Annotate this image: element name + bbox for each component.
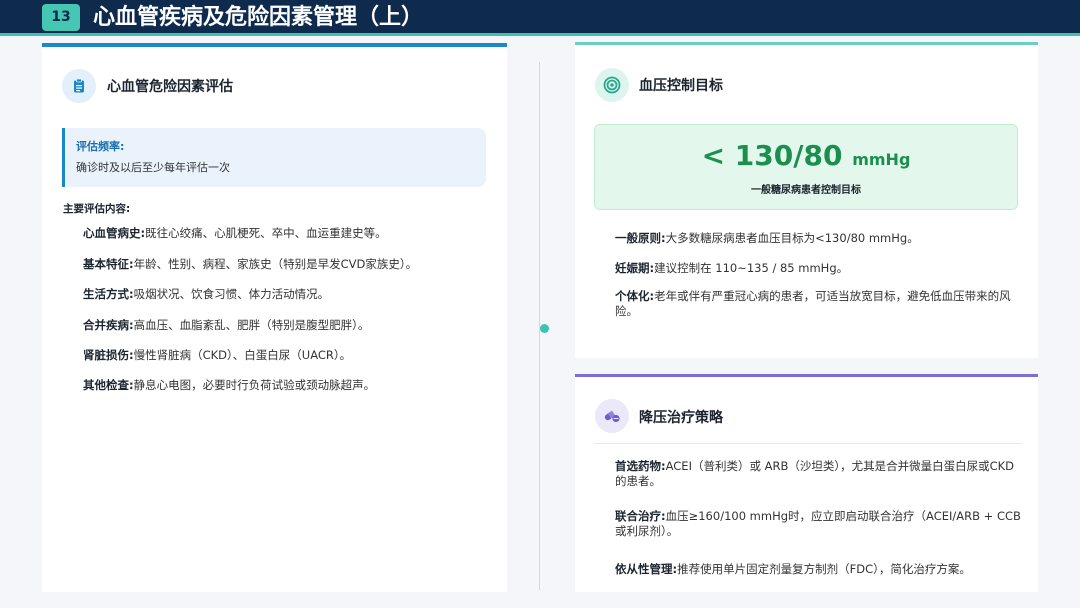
bp-target-value: < 130/80 mmHg <box>595 139 1017 172</box>
assessment-item-label: 肾脏损伤: <box>83 348 134 362</box>
bp-paragraph-label: 一般原则: <box>615 231 666 245</box>
page-title: 心血管疾病及危险因素管理（上） <box>93 5 424 30</box>
treatment-strategy-title: 降压治疗策略 <box>639 410 723 426</box>
treatment-paragraph-text: 血压≥160/100 mmHg时，应立即启动联合治疗（ACEI/ARB + CC… <box>615 509 1021 538</box>
treatment-paragraph-label: 联合治疗: <box>615 509 666 523</box>
assessment-item-text: 慢性肾脏病（CKD）、白蛋白尿（UACR）。 <box>133 348 352 362</box>
bp-paragraph-text: 老年或伴有严重冠心病的患者，可适当放宽目标，避免低血压带来的风险。 <box>615 289 1011 318</box>
bp-paragraph: 妊娠期:建议控制在 110~135 / 85 mmHg。 <box>615 261 1025 276</box>
frequency-text: 确诊时及以后至少每年评估一次 <box>76 161 230 174</box>
assessment-item: 肾脏损伤:慢性肾脏病（CKD）、白蛋白尿（UACR）。 <box>83 347 351 363</box>
bp-paragraph-label: 个体化: <box>615 289 655 303</box>
treatment-paragraph-label: 首选药物: <box>615 459 666 473</box>
risk-assessment-title: 心血管危险因素评估 <box>107 79 233 95</box>
treatment-strategy-card: 降压治疗策略 首选药物:ACEI（普利类）或 ARB（沙坦类），尤其是合并微量白… <box>575 374 1038 592</box>
treatment-paragraph-text: 推荐使用单片固定剂量复方制剂（FDC），简化治疗方案。 <box>677 562 971 576</box>
assessment-item-label: 其他检查: <box>83 378 134 392</box>
assessment-item: 其他检查:静息心电图，必要时行负荷试验或颈动脉超声。 <box>83 377 375 393</box>
treatment-paragraph: 联合治疗:血压≥160/100 mmHg时，应立即启动联合治疗（ACEI/ARB… <box>615 509 1025 539</box>
assessment-item: 心血管病史:既往心绞痛、心肌梗死、卒中、血运重建史等。 <box>83 225 387 241</box>
bp-paragraph-label: 妊娠期: <box>615 261 655 275</box>
bp-paragraph: 一般原则:大多数糖尿病患者血压目标为<130/80 mmHg。 <box>615 231 1025 246</box>
pills-icon <box>595 399 629 433</box>
bp-target-unit: mmHg <box>852 150 911 169</box>
clipboard-icon <box>62 69 96 103</box>
treatment-separator <box>594 443 1022 444</box>
frequency-label: 评估频率: <box>76 140 125 153</box>
assessment-item-label: 心血管病史: <box>83 226 146 240</box>
bp-paragraph: 个体化:老年或伴有严重冠心病的患者，可适当放宽目标，避免低血压带来的风险。 <box>615 289 1025 319</box>
assessment-item-text: 既往心绞痛、心肌梗死、卒中、血运重建史等。 <box>145 226 387 240</box>
target-icon <box>595 68 629 102</box>
assessment-item-text: 静息心电图，必要时行负荷试验或颈动脉超声。 <box>133 378 376 392</box>
assessment-section-label: 主要评估内容: <box>63 203 131 215</box>
bp-target-card: 血压控制目标 < 130/80 mmHg 一般糖尿病患者控制目标 一般原则:大多… <box>575 42 1038 358</box>
assessment-item: 合并疾病:高血压、血脂紊乱、肥胖（特别是腹型肥胖）。 <box>83 317 369 333</box>
bp-target-number: < 130/80 <box>701 139 843 172</box>
page-number-badge: 13 <box>42 4 80 31</box>
bp-paragraph-text: 建议控制在 110~135 / 85 mmHg。 <box>654 261 849 275</box>
risk-assessment-card: 心血管危险因素评估 评估频率: 确诊时及以后至少每年评估一次 主要评估内容: 心… <box>42 43 507 592</box>
assessment-item-label: 生活方式: <box>83 287 134 301</box>
assessment-item-text: 年龄、性别、病程、家族史（特别是早发CVD家族史）。 <box>133 257 418 271</box>
assessment-item: 基本特征:年龄、性别、病程、家族史（特别是早发CVD家族史）。 <box>83 256 417 272</box>
bp-target-box: < 130/80 mmHg 一般糖尿病患者控制目标 <box>594 124 1018 210</box>
bp-paragraph-text: 大多数糖尿病患者血压目标为<130/80 mmHg。 <box>665 231 919 245</box>
frequency-box: 评估频率: 确诊时及以后至少每年评估一次 <box>62 128 486 187</box>
assessment-item-text: 吸烟状况、饮食习惯、体力活动情况。 <box>133 287 330 301</box>
treatment-paragraph-label: 依从性管理: <box>615 562 678 576</box>
treatment-paragraph: 依从性管理:推荐使用单片固定剂量复方制剂（FDC），简化治疗方案。 <box>615 562 1025 577</box>
bp-target-title: 血压控制目标 <box>639 78 723 94</box>
treatment-paragraph-text: ACEI（普利类）或 ARB（沙坦类），尤其是合并微量白蛋白尿或CKD的患者。 <box>615 459 1015 488</box>
bp-target-caption: 一般糖尿病患者控制目标 <box>751 185 861 196</box>
divider-dot <box>540 324 549 333</box>
treatment-paragraph: 首选药物:ACEI（普利类）或 ARB（沙坦类），尤其是合并微量白蛋白尿或CKD… <box>615 459 1025 489</box>
assessment-item: 生活方式:吸烟状况、饮食习惯、体力活动情况。 <box>83 286 329 302</box>
assessment-item-text: 高血压、血脂紊乱、肥胖（特别是腹型肥胖）。 <box>133 318 370 332</box>
assessment-item-label: 基本特征: <box>83 257 134 271</box>
assessment-item-label: 合并疾病: <box>83 318 134 332</box>
